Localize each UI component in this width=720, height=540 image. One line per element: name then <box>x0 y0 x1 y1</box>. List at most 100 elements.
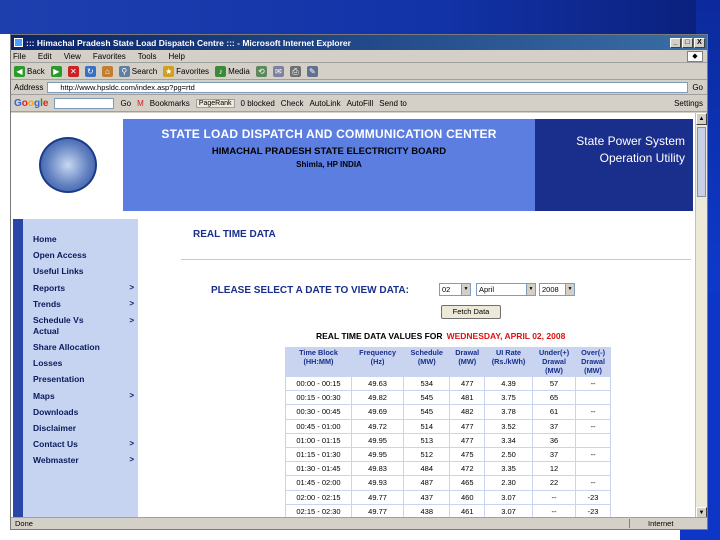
sidebar-item-trends[interactable]: Trends > <box>23 296 138 312</box>
column-header-line: UI Rate <box>495 348 522 357</box>
close-button[interactable]: X <box>694 37 705 48</box>
sidebar-item-contact-us[interactable]: Contact Us > <box>23 436 138 452</box>
submenu-arrow-icon: > <box>129 315 134 325</box>
bookmarks-button[interactable]: Bookmarks <box>150 99 190 108</box>
table-cell: 2.30 <box>484 475 533 491</box>
refresh-button[interactable]: ↻ <box>84 65 96 77</box>
table-cell: 01:45 - 02:00 <box>285 475 352 491</box>
sidebar-item-downloads[interactable]: Downloads <box>23 404 138 420</box>
sendto-button[interactable]: Send to <box>379 99 407 108</box>
internet-zone: Internet <box>629 519 707 528</box>
header-right-line2: Operation Utility <box>599 151 685 165</box>
menu-favorites[interactable]: Favorites <box>93 52 126 61</box>
gmail-icon[interactable]: M <box>137 99 144 108</box>
mail-button[interactable]: ✉ <box>272 65 284 77</box>
address-input[interactable]: http://www.hpsldc.com/index.asp?pg=rtd <box>47 81 689 93</box>
table-cell: 484 <box>403 461 451 477</box>
sidebar-item-home[interactable]: Home <box>23 231 138 247</box>
table-cell: 437 <box>403 489 451 505</box>
print-button[interactable]: ⎙ <box>289 65 301 77</box>
scroll-up-icon[interactable]: ▲ <box>696 113 707 125</box>
fetch-data-button[interactable]: Fetch Data <box>441 305 501 319</box>
media-button[interactable]: ♪ Media <box>215 65 250 77</box>
chevron-down-icon: ▼ <box>461 284 470 295</box>
sidebar-item-useful-links[interactable]: Useful Links <box>23 263 138 279</box>
check-button[interactable]: Check <box>281 99 304 108</box>
table-cell: 3.78 <box>484 404 533 420</box>
sidebar-item-disclaimer[interactable]: Disclaimer <box>23 420 138 436</box>
column-header-line: Drawal <box>542 357 567 366</box>
sidebar-item-reports[interactable]: Reports > <box>23 280 138 296</box>
table-cell: -23 <box>575 489 611 505</box>
table-cell: 49.72 <box>350 418 405 434</box>
search-button[interactable]: ⚲ Search <box>118 65 157 77</box>
table-row: 01:15 - 01:30 49.95 512 475 2.50 37 -- <box>285 446 611 463</box>
menu-file[interactable]: File <box>13 52 26 61</box>
autolink-button[interactable]: AutoLink <box>309 99 340 108</box>
maximize-button[interactable]: □ <box>682 37 693 48</box>
autofill-button[interactable]: AutoFill <box>347 99 374 108</box>
back-button[interactable]: ◀ Back <box>14 65 45 77</box>
sidebar-item-schedule-vs-actual[interactable]: Schedule Vs Actual > <box>23 312 138 339</box>
sidebar-item-losses[interactable]: Losses <box>23 355 138 371</box>
home-button[interactable]: ⌂ <box>101 65 113 77</box>
submenu-arrow-icon: > <box>129 390 134 400</box>
vertical-scrollbar[interactable]: ▲ ▼ <box>695 113 707 519</box>
table-cell: -- <box>575 375 611 392</box>
favorites-button[interactable]: ★ Favorites <box>163 65 209 77</box>
year-select[interactable]: 2008 ▼ <box>539 283 575 296</box>
scroll-thumb[interactable] <box>697 127 706 197</box>
minimize-button[interactable]: _ <box>670 37 681 48</box>
history-button[interactable]: ⟲ <box>255 65 267 77</box>
column-header: Frequency (Hz) <box>351 347 403 377</box>
menu-edit[interactable]: Edit <box>38 52 52 61</box>
date-select-label: PLEASE SELECT A DATE TO VIEW DATA: <box>211 285 409 296</box>
sidebar-item-maps[interactable]: Maps > <box>23 388 138 404</box>
sidebar-item-open-access[interactable]: Open Access <box>23 247 138 263</box>
menu-tools[interactable]: Tools <box>138 52 157 61</box>
forward-button[interactable]: ▶ <box>50 65 62 77</box>
edit-icon: ✎ <box>306 65 318 77</box>
month-select-value: April <box>479 285 495 294</box>
settings-button[interactable]: Settings <box>674 99 703 108</box>
main-content: REAL TIME DATA PLEASE SELECT A DATE TO V… <box>151 219 691 519</box>
month-select[interactable]: April ▼ <box>476 283 536 296</box>
values-title-label: REAL TIME DATA VALUES FOR <box>316 331 443 341</box>
table-cell: 49.77 <box>350 489 405 505</box>
table-cell: 4.39 <box>484 375 533 392</box>
header-right-banner: State Power System Operation Utility <box>535 119 693 211</box>
go-button[interactable]: Go <box>692 83 703 92</box>
edit-button[interactable]: ✎ <box>306 65 318 77</box>
day-select[interactable]: 02 ▼ <box>439 283 471 296</box>
popup-blocked-button[interactable]: 0 blocked <box>241 99 275 108</box>
menu-view[interactable]: View <box>64 52 81 61</box>
media-icon: ♪ <box>215 65 227 77</box>
ie-icon <box>14 38 23 47</box>
table-cell: 37 <box>531 446 577 463</box>
header-main-banner: STATE LOAD DISPATCH AND COMMUNICATION CE… <box>123 119 535 211</box>
column-header-line: Drawal <box>455 348 480 357</box>
google-search-input[interactable] <box>54 97 115 109</box>
table-cell: 477 <box>449 375 486 392</box>
table-cell: 02:00 - 02:15 <box>285 489 352 505</box>
submenu-arrow-icon: > <box>129 439 134 449</box>
sidebar-item-presentation[interactable]: Presentation <box>23 371 138 387</box>
sidebar-item-share-allocation[interactable]: Share Allocation <box>23 339 138 355</box>
google-go-button[interactable]: Go <box>120 99 131 108</box>
table-cell: 01:00 - 01:15 <box>285 432 352 448</box>
header-title: STATE LOAD DISPATCH AND COMMUNICATION CE… <box>161 127 497 141</box>
header-location: Shimla, HP INDIA <box>296 160 362 169</box>
slide-top-band <box>0 0 720 34</box>
table-cell: 477 <box>449 432 486 448</box>
table-body: 00:00 - 00:15 49.63 534 477 4.39 57 -- 00:15 - … <box>285 375 611 519</box>
chevron-down-icon: ▼ <box>565 284 574 295</box>
stop-button[interactable]: ✕ <box>67 65 79 77</box>
column-header: Drawal (MW) <box>450 347 485 377</box>
sidebar-item-webmaster[interactable]: Webmaster > <box>23 452 138 468</box>
submenu-arrow-icon: > <box>129 298 134 308</box>
google-toolbar: Google Go M Bookmarks PageRank 0 blocked… <box>11 95 707 112</box>
table-cell <box>575 461 611 477</box>
column-header-line: Under(+) <box>538 348 570 357</box>
table-cell: 00:15 - 00:30 <box>285 390 352 406</box>
menu-help[interactable]: Help <box>168 52 184 61</box>
